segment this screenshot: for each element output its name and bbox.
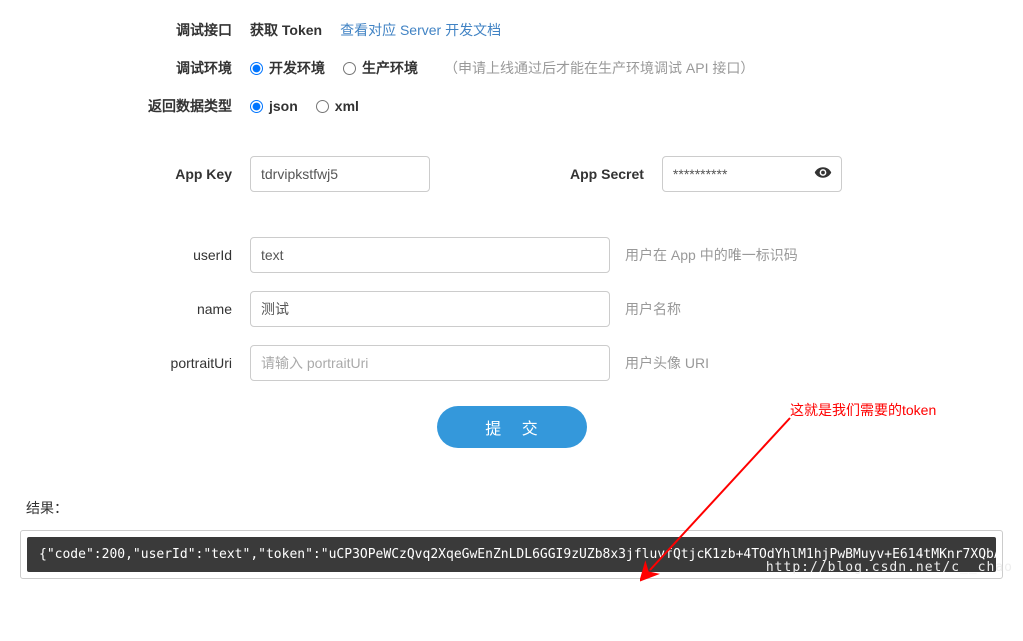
row-name: name 用户名称	[20, 291, 1003, 327]
result-label: 结果：	[26, 498, 1023, 518]
row-appkeys: App Key App Secret	[20, 156, 1003, 192]
row-datatype: 返回数据类型 json xml	[20, 96, 1003, 116]
radio-prod-env[interactable]	[343, 62, 356, 75]
submit-button[interactable]: 提 交	[437, 406, 587, 448]
radio-prod-env-label: 生产环境	[362, 58, 418, 78]
input-portrait[interactable]	[250, 345, 610, 381]
row-env: 调试环境 开发环境 生产环境 （申请上线通过后才能在生产环境调试 API 接口）	[20, 58, 1003, 78]
desc-portrait: 用户头像 URI	[625, 353, 1003, 373]
radio-json-label: json	[269, 98, 298, 114]
radio-json[interactable]	[250, 100, 263, 113]
row-portrait: portraitUri 用户头像 URI	[20, 345, 1003, 381]
api-doc-link[interactable]: 查看对应 Server 开发文档	[340, 20, 501, 40]
radio-xml-label: xml	[335, 98, 359, 114]
desc-userid: 用户在 App 中的唯一标识码	[625, 245, 1003, 265]
desc-name: 用户名称	[625, 299, 1003, 319]
api-value: 获取 Token	[250, 20, 322, 40]
radio-dev-env[interactable]	[250, 62, 263, 75]
input-appkey[interactable]	[250, 156, 430, 192]
env-hint: （申请上线通过后才能在生产环境调试 API 接口）	[444, 58, 754, 78]
label-userid: userId	[20, 247, 250, 263]
label-appkey: App Key	[20, 166, 250, 182]
label-name: name	[20, 301, 250, 317]
input-name[interactable]	[250, 291, 610, 327]
label-portrait: portraitUri	[20, 355, 250, 371]
radio-dev-env-label: 开发环境	[269, 58, 325, 78]
radio-xml[interactable]	[316, 100, 329, 113]
eye-icon[interactable]	[814, 164, 832, 185]
label-appsecret: App Secret	[570, 166, 644, 182]
watermark: http://blog.csdn.net/c__chao	[766, 560, 1013, 575]
label-api: 调试接口	[20, 20, 250, 40]
row-userid: userId 用户在 App 中的唯一标识码	[20, 237, 1003, 273]
label-env: 调试环境	[20, 58, 250, 78]
label-datatype: 返回数据类型	[20, 96, 250, 116]
row-api: 调试接口 获取 Token 查看对应 Server 开发文档	[20, 20, 1003, 40]
annotation-text: 这就是我们需要的token	[790, 400, 936, 420]
input-userid[interactable]	[250, 237, 610, 273]
